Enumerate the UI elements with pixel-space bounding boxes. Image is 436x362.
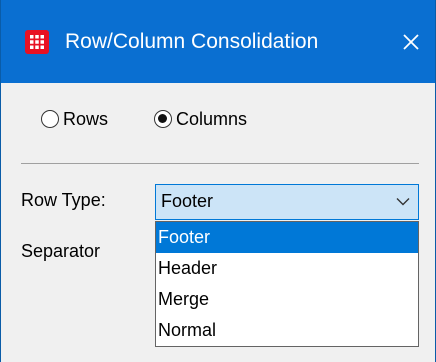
close-button[interactable] (387, 0, 435, 83)
row-type-select[interactable]: Footer (155, 184, 419, 220)
consolidation-dialog: Row/Column Consolidation Rows Columns Ro… (0, 0, 436, 362)
window-title: Row/Column Consolidation (65, 30, 319, 53)
section-divider (21, 163, 419, 164)
radio-columns-label: Columns (176, 108, 248, 129)
app-grid-icon (25, 30, 49, 54)
chevron-down-icon (396, 198, 410, 206)
radio-columns[interactable]: Columns (154, 106, 247, 132)
row-type-dropdown-list: Footer Header Merge Normal (155, 221, 419, 347)
separator-label: Separator (21, 241, 101, 261)
radio-columns-circle[interactable] (154, 110, 172, 128)
radio-rows[interactable]: Rows (41, 106, 108, 132)
option-merge[interactable]: Merge (156, 284, 418, 315)
row-type-value: Footer (161, 191, 214, 211)
option-normal[interactable]: Normal (156, 315, 418, 346)
radio-rows-circle[interactable] (41, 110, 59, 128)
row-type-label: Row Type: (21, 190, 106, 210)
radio-rows-label: Rows (63, 108, 109, 129)
title-bar: Row/Column Consolidation (1, 0, 435, 83)
close-icon (403, 33, 419, 50)
option-header[interactable]: Header (156, 253, 418, 284)
option-footer[interactable]: Footer (156, 222, 418, 253)
